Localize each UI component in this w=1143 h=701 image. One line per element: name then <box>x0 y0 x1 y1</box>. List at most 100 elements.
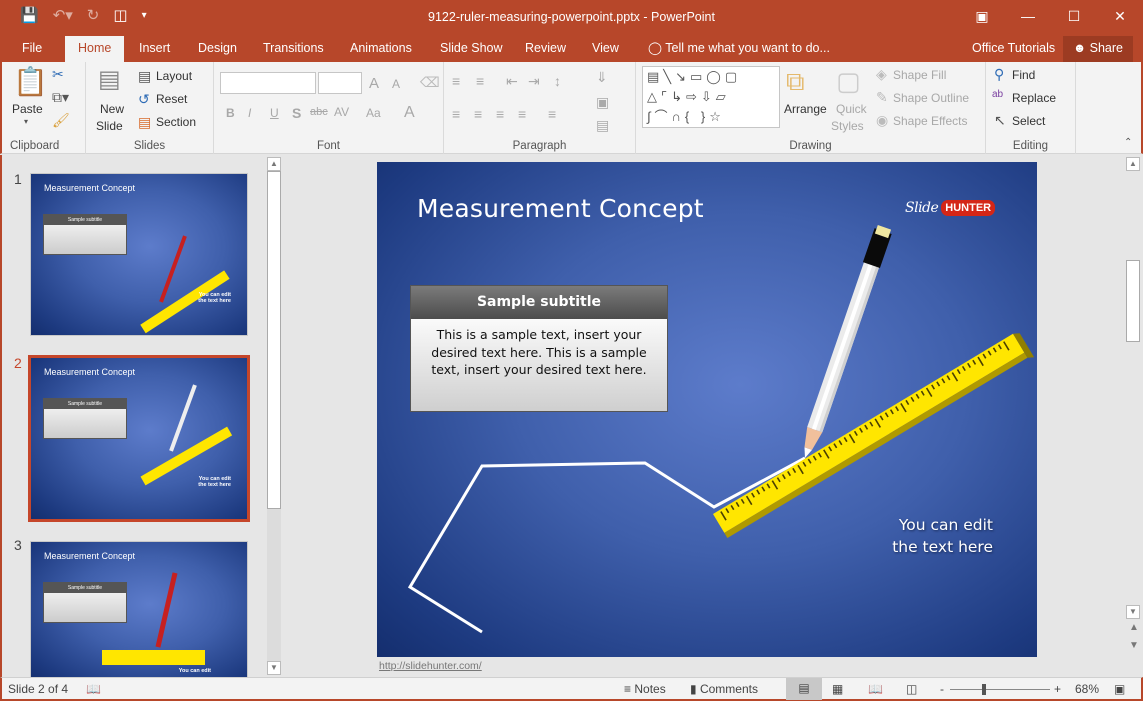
tab-design[interactable]: Design <box>188 36 247 62</box>
tab-review[interactable]: Review <box>515 36 576 62</box>
slide-show-button[interactable]: ◫ <box>906 682 917 696</box>
underline-button[interactable]: U <box>270 106 279 120</box>
tell-me-box[interactable]: ◯ Tell me what you want to do... <box>638 36 840 62</box>
slide-sorter-button[interactable]: ▦ <box>832 682 843 696</box>
ruler <box>713 333 1035 539</box>
group-label-clipboard: Clipboard <box>10 140 60 152</box>
current-slide[interactable]: Measurement Concept Slide HUNTER Sample … <box>377 162 1037 657</box>
quick-styles-label-1[interactable]: Quick <box>836 102 867 116</box>
paste-dropdown-icon[interactable]: ▾ <box>24 118 28 126</box>
find-icon: ⚲ <box>994 66 1005 82</box>
shape-outline-button[interactable]: Shape Outline <box>893 91 969 105</box>
new-slide-icon[interactable]: ▤ <box>98 68 121 92</box>
find-button[interactable]: Find <box>1012 68 1035 82</box>
replace-icon: ab <box>992 89 1004 100</box>
zoom-level[interactable]: 68% <box>1075 682 1099 696</box>
increase-font-size-button[interactable]: A <box>369 75 379 92</box>
strikethrough-button[interactable]: abc <box>310 106 328 118</box>
next-slide-icon[interactable]: ▼ <box>1129 641 1139 651</box>
thumbnail-slide-1[interactable]: Measurement Concept Sample subtitle You … <box>30 173 248 336</box>
align-right-icon[interactable]: ≡ <box>496 107 504 121</box>
change-case-button[interactable]: Aa <box>366 106 381 120</box>
tab-view[interactable]: View <box>582 36 629 62</box>
office-tutorials-account[interactable]: Office Tutorials <box>962 36 1065 62</box>
decrease-indent-icon[interactable]: ⇤ <box>506 74 518 88</box>
align-center-icon[interactable]: ≡ <box>474 107 482 121</box>
ribbon-display-options-icon[interactable]: ▣ <box>959 0 1005 32</box>
text-shadow-button[interactable]: S <box>292 105 301 121</box>
scroll-up-button[interactable]: ▲ <box>1126 157 1140 171</box>
tab-animations[interactable]: Animations <box>340 36 422 62</box>
scroll-thumb[interactable] <box>267 171 281 509</box>
character-spacing-button[interactable]: AV <box>334 105 349 119</box>
format-painter-icon[interactable]: 🖌 <box>52 113 70 127</box>
section-button[interactable]: Section <box>156 115 196 129</box>
copy-icon[interactable]: ⧉▾ <box>52 90 69 104</box>
shape-effects-button[interactable]: Shape Effects <box>893 114 968 128</box>
font-size-input[interactable] <box>318 72 362 94</box>
paste-button[interactable]: Paste <box>12 102 43 116</box>
zoom-out-button[interactable]: - <box>940 682 944 696</box>
scroll-up-button[interactable]: ▲ <box>267 157 281 171</box>
scroll-thumb[interactable] <box>1126 260 1140 342</box>
normal-view-button[interactable]: ▤ <box>786 678 822 700</box>
decrease-font-size-button[interactable]: A <box>392 77 400 91</box>
minimize-button[interactable]: — <box>1005 0 1051 32</box>
tab-transitions[interactable]: Transitions <box>253 36 334 62</box>
notes-button[interactable]: ≡ Notes <box>624 682 666 696</box>
reading-view-button[interactable]: 📖 <box>868 682 883 696</box>
collapse-ribbon-icon[interactable]: ⌃ <box>1124 138 1132 148</box>
editable-text[interactable]: You can edit the text here <box>857 514 993 558</box>
cut-icon[interactable]: ✂ <box>52 67 64 81</box>
bold-button[interactable]: B <box>226 106 235 120</box>
italic-button[interactable]: I <box>248 106 251 120</box>
align-text-icon[interactable]: ▣ <box>596 95 609 109</box>
thumbnail-slide-2[interactable]: Measurement Concept Sample subtitle You … <box>28 355 250 522</box>
numbering-icon[interactable]: ≡ <box>476 74 484 88</box>
text-direction-icon[interactable]: ⇓ <box>596 70 608 84</box>
bullets-icon[interactable]: ≡ <box>452 74 460 88</box>
scroll-down-button[interactable]: ▼ <box>1126 605 1140 619</box>
new-slide-label-1[interactable]: New <box>100 102 124 116</box>
font-name-input[interactable] <box>220 72 316 94</box>
slide-thumbnail-pane: 1 Measurement Concept Sample subtitle Yo… <box>0 155 284 681</box>
fit-to-window-icon[interactable]: ▣ <box>1114 682 1125 696</box>
increase-indent-icon[interactable]: ⇥ <box>528 74 540 88</box>
new-slide-label-2[interactable]: Slide <box>96 119 123 133</box>
replace-button[interactable]: Replace <box>1012 91 1056 105</box>
shape-fill-button[interactable]: Shape Fill <box>893 68 946 82</box>
justify-icon[interactable]: ≡ <box>518 107 526 121</box>
slide-url-link[interactable]: http://slidehunter.com/ <box>379 660 482 672</box>
close-button[interactable]: ✕ <box>1097 0 1143 32</box>
zoom-in-button[interactable]: + <box>1054 682 1061 696</box>
shapes-gallery[interactable]: ▤╲↘▭◯▢ △⌜↳⇨⇩▱ ∫⌒∩{ }☆ <box>642 66 780 128</box>
clear-formatting-icon[interactable]: ⌫ <box>420 75 440 89</box>
quick-styles-label-2[interactable]: Styles <box>831 119 864 133</box>
tab-slide-show[interactable]: Slide Show <box>430 36 513 62</box>
font-color-button[interactable]: A <box>404 104 415 122</box>
thumbnail-scrollbar[interactable]: ▲ ▼ <box>267 157 281 675</box>
columns-icon[interactable]: ≡ <box>548 107 556 121</box>
paste-icon[interactable]: 📋 <box>13 68 48 96</box>
previous-slide-icon[interactable]: ▲ <box>1129 623 1139 633</box>
comments-button[interactable]: ▮ Comments <box>690 682 758 696</box>
reset-button[interactable]: Reset <box>156 92 187 106</box>
tab-home[interactable]: Home <box>65 36 125 62</box>
arrange-button[interactable]: Arrange <box>784 102 827 116</box>
main-scrollbar[interactable]: ▲ ▼ ▲ ▼ <box>1126 155 1141 677</box>
layout-button[interactable]: Layout <box>156 69 192 83</box>
thumbnail-slide-3[interactable]: Measurement Concept Sample subtitle You … <box>30 541 248 681</box>
zoom-slider[interactable] <box>950 684 1050 695</box>
tab-file[interactable]: File <box>12 36 52 62</box>
maximize-button[interactable]: ☐ <box>1051 0 1097 32</box>
spell-check-icon[interactable]: 📖 <box>86 682 101 696</box>
share-button[interactable]: ☻ Share <box>1063 36 1133 62</box>
smartart-icon[interactable]: ▤ <box>596 118 609 132</box>
select-button[interactable]: Select <box>1012 114 1045 128</box>
align-left-icon[interactable]: ≡ <box>452 107 460 121</box>
thumbnail-title: Measurement Concept <box>44 551 136 561</box>
scroll-down-button[interactable]: ▼ <box>267 661 281 675</box>
line-spacing-icon[interactable]: ↕ <box>554 74 561 88</box>
tab-insert[interactable]: Insert <box>129 36 180 62</box>
zoom-slider-thumb[interactable] <box>982 684 986 695</box>
